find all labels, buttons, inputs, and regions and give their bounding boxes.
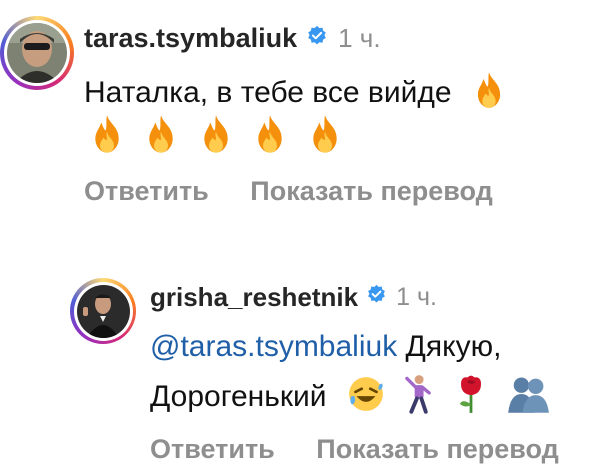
- rose-emoji-icon: [454, 374, 488, 422]
- mention-link[interactable]: @taras.tsymbaliuk: [150, 330, 397, 363]
- username-taras[interactable]: taras.tsymbaliuk: [84, 23, 297, 54]
- username-grisha[interactable]: grisha_reshetnik: [150, 282, 358, 313]
- show-translation-button[interactable]: Показать перевод: [250, 176, 493, 206]
- fire-icon: [470, 70, 508, 118]
- fire-icon: [306, 113, 344, 160]
- fire-icon: [142, 113, 180, 160]
- fire-icon: [251, 113, 289, 160]
- laughing-emoji-icon: [347, 375, 385, 421]
- comment-text: Дякую,: [397, 330, 502, 363]
- show-translation-button[interactable]: Показать перевод: [316, 434, 559, 464]
- fire-icon: [197, 113, 235, 160]
- avatar-photo-grisha: [76, 284, 130, 338]
- comment-time: 1 ч.: [396, 282, 437, 311]
- comment-text-line1: Наталка, в тебе все вийде: [84, 70, 508, 118]
- dancing-man-emoji-icon: [401, 374, 435, 422]
- reply-button[interactable]: Ответить: [150, 434, 275, 464]
- comment-text-line1: @taras.tsymbaliuk Дякую,: [150, 330, 501, 364]
- comment-text: Дорогенький: [150, 379, 327, 413]
- verified-icon: [306, 25, 328, 52]
- comment-actions: Ответить Показать перевод: [84, 176, 493, 207]
- avatar-grisha[interactable]: [70, 278, 136, 344]
- fire-icon: [88, 113, 126, 160]
- people-hugging-emoji-icon: [506, 375, 550, 421]
- comment-grisha: grisha_reshetnik 1 ч. @taras.tsymbaliuk …: [0, 240, 600, 464]
- avatar-taras[interactable]: [0, 16, 74, 90]
- reply-button[interactable]: Ответить: [84, 176, 209, 206]
- comment-time: 1 ч.: [338, 22, 381, 53]
- comment-taras: taras.tsymbaliuk 1 ч. Наталка, в тебе вс…: [0, 0, 600, 240]
- avatar-photo-taras: [7, 23, 67, 83]
- comment-text: Наталка, в тебе все вийде: [84, 75, 452, 109]
- fire-emoji-row: [88, 113, 344, 157]
- comment-text-line2: Дорогенький: [150, 374, 550, 418]
- verified-icon: [366, 284, 387, 310]
